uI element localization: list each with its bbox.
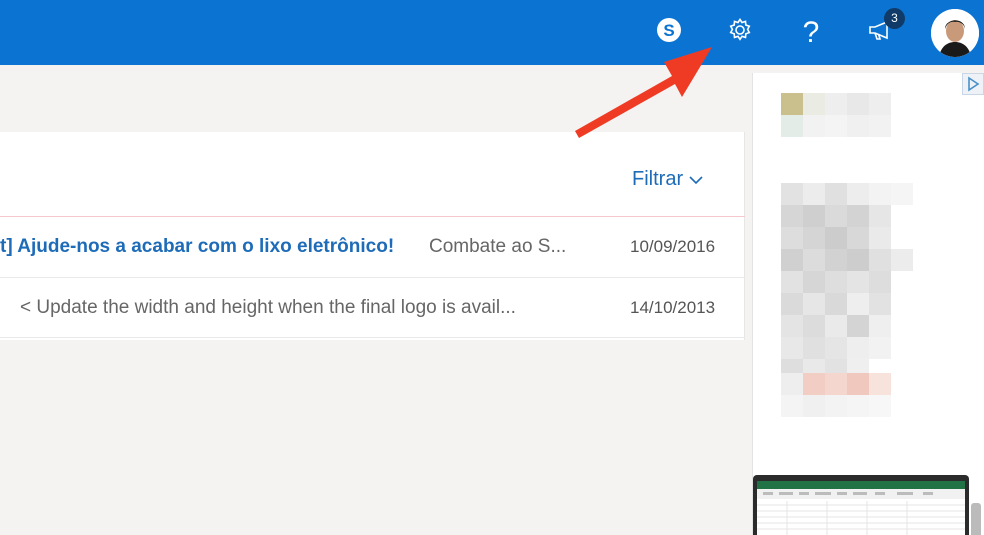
message-date: 10/09/2016 <box>630 237 716 256</box>
settings-button[interactable] <box>715 0 765 65</box>
message-subject: t] Ajude-nos a acabar com o lixo eletrôn… <box>0 236 395 257</box>
message-date: 14/10/2013 <box>630 297 716 317</box>
toolbar-area <box>0 65 745 132</box>
spreadsheet-screen <box>757 481 965 535</box>
chevron-down-icon <box>689 168 703 191</box>
skype-button[interactable]: S <box>644 0 694 65</box>
svg-text:S: S <box>663 21 674 40</box>
skype-icon: S <box>656 17 682 48</box>
ad-laptop-image <box>753 475 969 535</box>
gear-icon <box>727 17 753 48</box>
ad-panel[interactable] <box>752 73 984 535</box>
notification-badge: 3 <box>884 8 905 29</box>
top-bar: S ? 3 <box>0 0 984 65</box>
help-icon: ? <box>802 15 820 49</box>
adchoices-icon[interactable] <box>962 73 984 95</box>
account-button[interactable] <box>926 0 984 65</box>
help-button[interactable]: ? <box>786 0 836 65</box>
filter-label: Filtrar <box>632 168 684 190</box>
message-preview: < Update the width and height when the f… <box>20 296 516 318</box>
filter-dropdown[interactable]: Filtrar <box>632 168 703 191</box>
message-preview: Combate ao S... <box>429 236 567 257</box>
message-list: Filtrar t] Ajude-nos a acabar com o lixo… <box>0 132 745 340</box>
ad-image <box>781 93 913 417</box>
notifications-button[interactable]: 3 <box>856 0 906 65</box>
message-row[interactable]: < Update the width and height when the f… <box>0 277 745 338</box>
message-row[interactable]: t] Ajude-nos a acabar com o lixo eletrôn… <box>0 216 745 277</box>
avatar <box>931 8 979 57</box>
ad-device-edge <box>971 503 981 535</box>
